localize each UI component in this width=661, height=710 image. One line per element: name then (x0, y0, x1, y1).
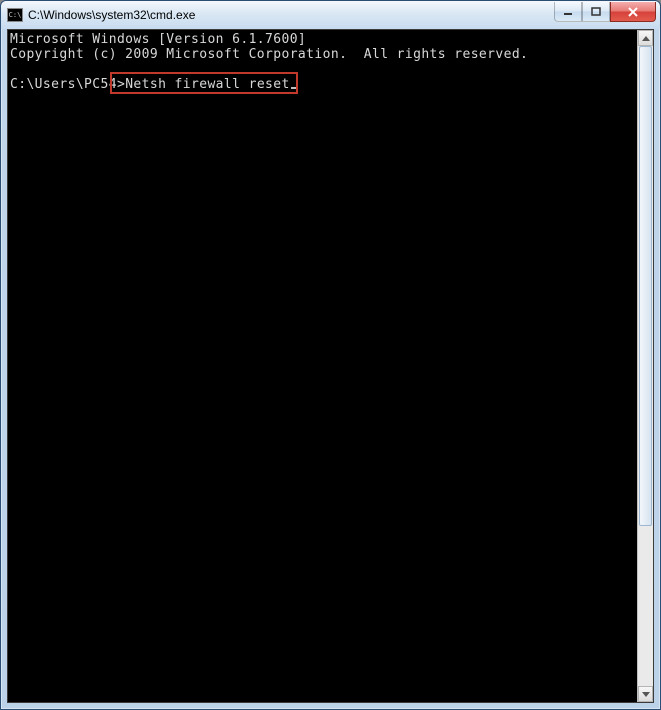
cmd-window: C:\Windows\system32\cmd.exe Microsoft Wi… (0, 0, 661, 710)
vertical-scrollbar[interactable] (637, 30, 653, 702)
cmd-icon (7, 8, 23, 22)
maximize-icon (591, 7, 601, 17)
scroll-down-button[interactable] (638, 686, 653, 702)
scroll-track[interactable] (638, 46, 653, 686)
window-title: C:\Windows\system32\cmd.exe (28, 8, 554, 22)
scroll-up-button[interactable] (638, 30, 653, 46)
scroll-thumb[interactable] (639, 46, 652, 526)
terminal-line: Microsoft Windows [Version 6.1.7600] (10, 32, 306, 47)
chevron-up-icon (642, 36, 650, 41)
chevron-down-icon (642, 692, 650, 697)
terminal-command: Netsh firewall reset (125, 77, 290, 92)
terminal-line: Copyright (c) 2009 Microsoft Corporation… (10, 47, 528, 62)
maximize-button[interactable] (582, 2, 610, 22)
titlebar[interactable]: C:\Windows\system32\cmd.exe (1, 1, 660, 29)
terminal-prompt: C:\Users\PC54> (10, 77, 125, 92)
terminal-output[interactable]: Microsoft Windows [Version 6.1.7600] Cop… (8, 30, 637, 702)
terminal-client-area: Microsoft Windows [Version 6.1.7600] Cop… (7, 29, 654, 703)
window-controls (554, 2, 656, 22)
close-icon (627, 7, 639, 17)
close-button[interactable] (610, 2, 656, 22)
cursor (291, 87, 298, 89)
minimize-button[interactable] (554, 2, 582, 22)
minimize-icon (563, 7, 573, 17)
